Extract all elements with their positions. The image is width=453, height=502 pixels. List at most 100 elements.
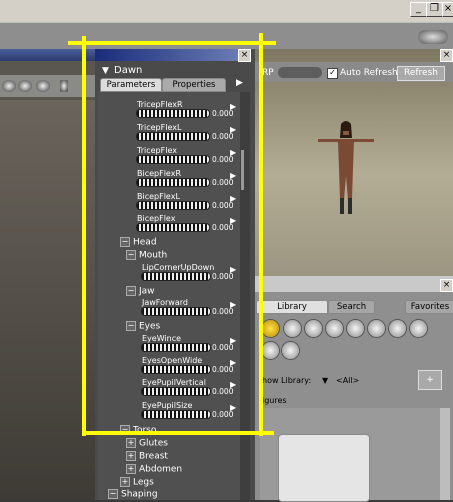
dial-bicepflexr[interactable] — [137, 179, 209, 186]
left-panel-title-bar — [0, 49, 95, 61]
hands-icon[interactable] — [347, 320, 364, 337]
library-close-button[interactable]: × — [440, 279, 453, 292]
panel-menu-arrow-icon[interactable]: ▶ — [236, 78, 243, 88]
materials-icon[interactable] — [262, 342, 279, 359]
parameter-scroll-thumb[interactable] — [241, 150, 244, 190]
dial-menu-arrow-icon[interactable]: ▶ — [230, 403, 236, 412]
tab-library[interactable]: Library — [256, 300, 328, 314]
dial-label: EyeWince — [142, 334, 182, 343]
group-legs[interactable]: + Legs — [120, 477, 154, 488]
group-abdomen[interactable]: + Abdomen — [126, 464, 182, 475]
expressions-icon[interactable] — [305, 320, 322, 337]
dial-eyepupilsize[interactable] — [142, 411, 210, 418]
group-label: Jaw — [139, 286, 155, 297]
show-library-dropdown-icon[interactable]: ▼ — [322, 376, 328, 385]
dial-menu-arrow-icon[interactable]: ▶ — [230, 194, 236, 203]
dial-label: BicepFlexR — [137, 169, 182, 178]
expand-icon[interactable]: + — [120, 477, 130, 487]
dial-label: BicepFlexL — [137, 192, 180, 201]
dial-menu-arrow-icon[interactable]: ▶ — [230, 148, 236, 157]
collapse-icon[interactable]: − — [126, 286, 136, 296]
dial-eyewince[interactable] — [142, 344, 210, 351]
group-shaping[interactable]: − Shaping — [108, 489, 158, 500]
scale-tool-icon[interactable] — [60, 80, 68, 92]
group-breast[interactable]: + Breast — [126, 451, 168, 462]
dial-eyesopenwide[interactable] — [142, 366, 210, 373]
dial-menu-arrow-icon[interactable]: ▶ — [230, 300, 236, 309]
rp-field[interactable] — [278, 67, 322, 78]
dial-lipcornerupdown[interactable] — [142, 273, 210, 280]
parameters-close-button[interactable]: × — [238, 49, 251, 62]
figures-category-label: igures — [262, 396, 287, 405]
tab-favorites[interactable]: Favorites — [405, 300, 453, 314]
group-label: Glutes — [139, 438, 168, 449]
parameters-title-bar[interactable] — [95, 49, 250, 61]
dial-eyepupilvertical[interactable] — [142, 388, 210, 395]
group-head[interactable]: − Head — [120, 237, 157, 248]
dial-label: BicepFlex — [137, 214, 176, 223]
props-icon[interactable] — [368, 320, 385, 337]
close-app-button[interactable]: × — [442, 2, 453, 17]
translate-tool-icon[interactable] — [36, 80, 50, 92]
dial-menu-arrow-icon[interactable]: ▶ — [230, 358, 236, 367]
dial-jawforward[interactable] — [142, 308, 210, 315]
library-title-bar[interactable] — [255, 276, 453, 292]
preview-close-button[interactable]: × — [440, 49, 453, 62]
group-label: Head — [133, 237, 157, 248]
dial-bicepflexl[interactable] — [137, 202, 209, 209]
scenes-icon[interactable] — [282, 342, 299, 359]
annotation-line-right — [259, 33, 263, 436]
figure-name[interactable]: Dawn — [114, 65, 142, 76]
dial-menu-arrow-icon[interactable]: ▶ — [230, 171, 236, 180]
expand-icon[interactable]: + — [126, 438, 136, 448]
show-library-value[interactable]: <All> — [336, 376, 359, 385]
annotation-line-left — [82, 36, 86, 436]
figure-model[interactable] — [316, 118, 376, 218]
add-library-button[interactable]: + — [418, 370, 442, 390]
dial-tricepflexl[interactable] — [137, 133, 209, 140]
collapse-icon[interactable]: − — [108, 489, 118, 499]
collapse-icon[interactable]: − — [126, 321, 136, 331]
dial-menu-arrow-icon[interactable]: ▶ — [230, 336, 236, 345]
tab-parameters[interactable]: Parameters — [100, 78, 162, 92]
tab-properties[interactable]: Properties — [162, 78, 226, 92]
dial-tricepflex[interactable] — [137, 156, 209, 163]
group-eyes[interactable]: − Eyes — [126, 321, 160, 332]
dial-menu-arrow-icon[interactable]: ▶ — [230, 125, 236, 134]
dial-tricepflexr[interactable] — [137, 110, 209, 117]
group-label: Abdomen — [139, 464, 183, 475]
auto-refresh-checkbox[interactable]: ✓ — [327, 68, 338, 79]
dial-bicepflex[interactable] — [137, 224, 209, 231]
expand-icon[interactable]: + — [126, 464, 136, 474]
poses-icon[interactable] — [284, 320, 301, 337]
rotate-tool-icon[interactable] — [2, 80, 16, 92]
dial-label: TricepFlex — [137, 146, 177, 155]
refresh-button[interactable]: Refresh — [397, 66, 445, 81]
group-jaw[interactable]: − Jaw — [126, 286, 155, 297]
dial-menu-arrow-icon[interactable]: ▶ — [230, 102, 236, 111]
group-label: Mouth — [139, 250, 168, 261]
expand-icon[interactable]: + — [126, 451, 136, 461]
minimize-button[interactable]: _ — [410, 2, 427, 17]
hair-icon[interactable] — [326, 320, 343, 337]
cameras-icon[interactable] — [410, 320, 427, 337]
lights-icon[interactable] — [389, 320, 406, 337]
group-mouth[interactable]: − Mouth — [126, 250, 167, 261]
dial-menu-arrow-icon[interactable]: ▶ — [230, 380, 236, 389]
folder-icon[interactable] — [278, 434, 370, 502]
figure-collapse-icon[interactable]: ▼ — [102, 66, 109, 76]
library-scrollbar[interactable] — [440, 408, 450, 500]
twist-tool-icon[interactable] — [18, 80, 32, 92]
dial-menu-arrow-icon[interactable]: ▶ — [230, 216, 236, 225]
restore-button[interactable]: ❐ — [426, 2, 443, 17]
collapse-icon[interactable]: − — [120, 237, 130, 247]
dial-label: TricepFlexR — [137, 100, 183, 109]
dial-menu-arrow-icon[interactable]: ▶ — [230, 265, 236, 274]
group-glutes[interactable]: + Glutes — [126, 438, 168, 449]
collapse-icon[interactable]: − — [126, 250, 136, 260]
dial-label: TricepFlexL — [137, 123, 182, 132]
annotation-line-top — [68, 41, 276, 45]
figures-icon[interactable] — [262, 320, 279, 337]
view-control-icon[interactable] — [418, 30, 448, 44]
tab-search[interactable]: Search — [328, 300, 375, 314]
